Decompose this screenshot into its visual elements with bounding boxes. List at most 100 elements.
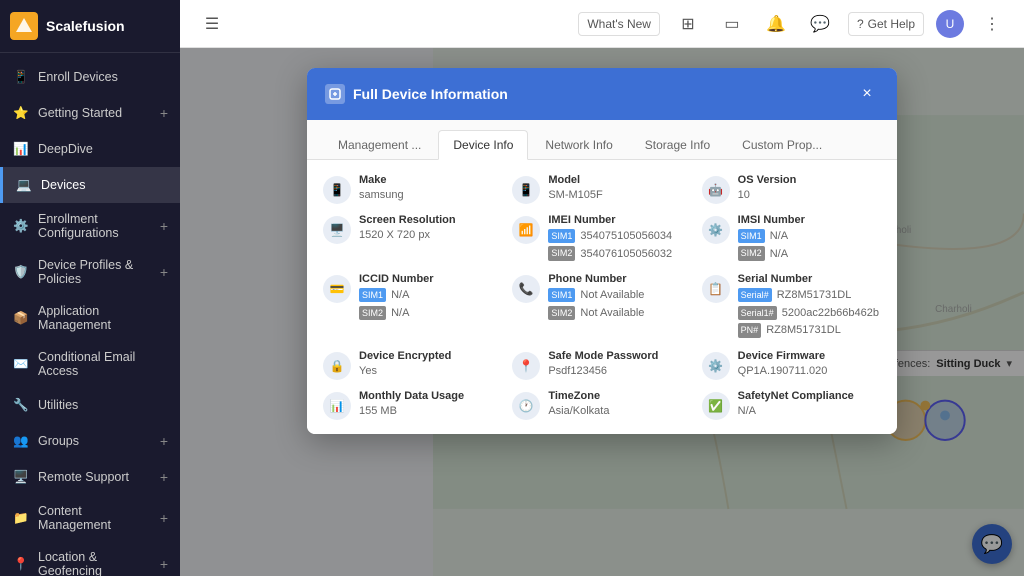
sidebar-item-deepdive[interactable]: 📊DeepDive	[0, 131, 180, 167]
sidebar-item-getting-started[interactable]: ⭐ Getting Started +	[0, 95, 180, 131]
info-content-9: Device Encrypted Yes	[359, 350, 502, 379]
cast-icon[interactable]: ▭	[716, 8, 748, 40]
sidebar-item-plus-icon[interactable]: +	[160, 469, 168, 485]
info-item-2: 🤖OS Version10	[702, 174, 881, 204]
info-content-1: ModelSM-M105F	[548, 174, 691, 203]
info-value-line-5-1: SIM2 N/A	[738, 246, 881, 264]
info-value-13: Asia/Kolkata	[548, 404, 691, 419]
info-content-14: SafetyNet ComplianceN/A	[738, 390, 881, 419]
sidebar-item-plus-icon[interactable]: +	[160, 433, 168, 449]
sidebar-item-label: Utilities	[38, 398, 78, 412]
sim-badge: PN#	[738, 323, 762, 337]
sidebar-item-groups[interactable]: 👥Groups+	[0, 423, 180, 459]
info-value-9: Yes	[359, 364, 502, 379]
sidebar-item-plus-icon[interactable]: +	[160, 510, 168, 526]
info-value-10: Psdf123456	[548, 364, 691, 379]
info-value-14: N/A	[738, 404, 881, 419]
sidebar-item-plus-icon[interactable]: +	[160, 264, 168, 280]
getting-started-icon: ⭐	[12, 104, 30, 122]
more-options-icon[interactable]: ⋮	[976, 8, 1008, 40]
info-value-line-5-0: SIM1 N/A	[738, 228, 881, 246]
sidebar-item-content-management[interactable]: 📁 Content Management +	[0, 495, 180, 541]
sidebar: Scalefusion 📱Enroll Devices ⭐ Getting Star…	[0, 0, 180, 576]
alert-icon[interactable]: 🔔	[760, 8, 792, 40]
apps-grid-icon[interactable]: ⊞	[672, 8, 704, 40]
info-icon-0: 📱	[323, 176, 351, 204]
info-item-11: ⚙️ Device FirmwareQP1A.190711.020	[702, 350, 881, 380]
sidebar-item-devices[interactable]: 💻Devices	[0, 167, 180, 203]
menu-icon[interactable]: ☰	[196, 8, 228, 40]
tab-network-info[interactable]: Network Info	[530, 130, 627, 159]
info-icon-11: ⚙️	[702, 352, 730, 380]
sidebar-item-app-management[interactable]: 📦Application Management	[0, 295, 180, 341]
info-content-11: Device FirmwareQP1A.190711.020	[738, 350, 881, 379]
info-label-8: Serial Number	[738, 273, 881, 285]
sidebar-item-enrollment-configs[interactable]: ⚙️ Enrollment Configurations +	[0, 203, 180, 249]
tab-storage-info[interactable]: Storage Info	[630, 130, 725, 159]
sidebar-item-utilities[interactable]: 🔧 Utilities	[0, 387, 180, 423]
info-item-14: ✅SafetyNet ComplianceN/A	[702, 390, 881, 420]
content-management-icon: 📁	[12, 509, 30, 527]
info-icon-4: 📶	[512, 216, 540, 244]
info-value-line-4-1: SIM2 354076105056032	[548, 246, 691, 264]
enrollment-configs-icon: ⚙️	[12, 217, 30, 235]
sidebar-item-label: DeepDive	[38, 142, 93, 156]
sidebar-item-remote-support[interactable]: 🖥️Remote Support+	[0, 459, 180, 495]
sidebar-item-device-profiles[interactable]: 🛡️Device Profiles & Policies+	[0, 249, 180, 295]
info-item-9: 🔒Device EncryptedYes	[323, 350, 502, 380]
sim-badge: SIM2	[548, 306, 575, 320]
info-label-9: Device Encrypted	[359, 350, 502, 362]
sidebar-item-location-geofencing[interactable]: 📍Location & Geofencing+	[0, 541, 180, 576]
sidebar-item-plus-icon[interactable]: +	[160, 105, 168, 121]
sidebar-item-label: Device Profiles & Policies	[38, 258, 152, 286]
utilities-icon: 🔧	[12, 396, 30, 414]
topbar: ☰ What's New ⊞ ▭ 🔔 💬 ? Get Help U ⋮	[180, 0, 1024, 48]
modal-tabs: Management ...Device InfoNetwork InfoSto…	[307, 120, 897, 160]
info-label-1: Model	[548, 174, 691, 186]
info-content-5: IMSI NumberSIM1 N/ASIM2 N/A	[738, 214, 881, 263]
tab-custom-prop[interactable]: Custom Prop...	[727, 130, 837, 159]
whats-new-button[interactable]: What's New	[578, 12, 660, 36]
brand-name: Scalefusion	[46, 18, 125, 34]
info-value-line-8-2: PN# RZ8M51731DL	[738, 322, 881, 340]
sidebar-item-plus-icon[interactable]: +	[160, 556, 168, 572]
groups-icon: 👥	[12, 432, 30, 450]
tab-device-info[interactable]: Device Info	[438, 130, 528, 160]
info-value-3: 1520 X 720 px	[359, 228, 502, 243]
info-value-2: 10	[738, 188, 881, 203]
location-geofencing-icon: 📍	[12, 555, 30, 573]
modal-body: 📱Makesamsung📱ModelSM-M105F🤖OS Version10🖥…	[307, 160, 897, 434]
sim-badge: SIM2	[738, 246, 765, 260]
sidebar-item-enroll-devices[interactable]: 📱Enroll Devices	[0, 59, 180, 95]
sim-badge: Serial#	[738, 288, 772, 302]
info-content-2: OS Version10	[738, 174, 881, 203]
info-icon-12: 📊	[323, 392, 351, 420]
info-item-8: 📋 Serial Number Serial# RZ8M51731DLSerial1…	[702, 273, 881, 340]
info-value-11: QP1A.190711.020	[738, 364, 881, 379]
sidebar-item-label: Remote Support	[38, 470, 129, 484]
info-label-3: Screen Resolution	[359, 214, 502, 226]
info-content-10: Safe Mode PasswordPsdf123456	[548, 350, 691, 379]
sidebar-header: Scalefusion	[0, 0, 180, 53]
info-item-1: 📱ModelSM-M105F	[512, 174, 691, 204]
full-device-info-modal: Full Device Information × Management ...…	[307, 68, 897, 434]
sidebar-item-label: Enrollment Configurations	[38, 212, 152, 240]
info-content-13: TimeZoneAsia/Kolkata	[548, 390, 691, 419]
sidebar-item-plus-icon[interactable]: +	[160, 218, 168, 234]
chat-icon[interactable]: 💬	[804, 8, 836, 40]
app-management-icon: 📦	[12, 309, 30, 327]
get-help-button[interactable]: ? Get Help	[848, 12, 924, 36]
info-value-line-8-1: Serial1# 5200ac22b66b462b	[738, 305, 881, 323]
sidebar-item-label: Getting Started	[38, 106, 122, 120]
info-content-7: Phone NumberSIM1 Not AvailableSIM2 Not A…	[548, 273, 691, 322]
info-value-8: Serial# RZ8M51731DLSerial1# 5200ac22b66b…	[738, 287, 881, 340]
info-icon-8: 📋	[702, 275, 730, 303]
modal-close-button[interactable]: ×	[855, 82, 879, 106]
info-value-5: SIM1 N/ASIM2 N/A	[738, 228, 881, 263]
user-avatar[interactable]: U	[936, 10, 964, 38]
sidebar-item-conditional-email[interactable]: ✉️Conditional Email Access	[0, 341, 180, 387]
info-icon-5: ⚙️	[702, 216, 730, 244]
tab-management[interactable]: Management ...	[323, 130, 436, 159]
info-label-4: IMEI Number	[548, 214, 691, 226]
sidebar-item-label: Content Management	[38, 504, 152, 532]
